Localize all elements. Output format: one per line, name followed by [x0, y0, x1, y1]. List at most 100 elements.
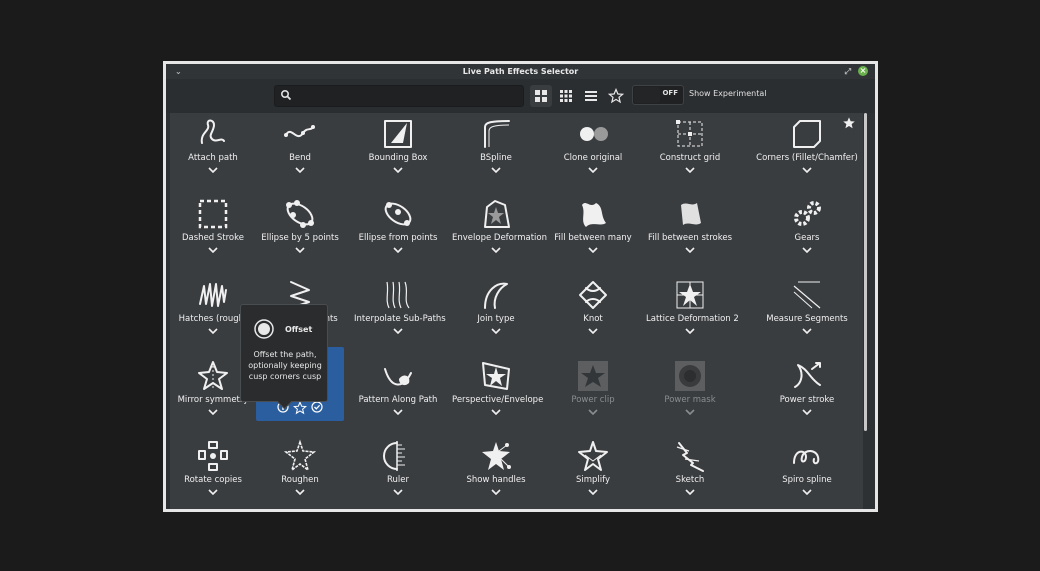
chevron-down-icon[interactable]: [295, 247, 305, 253]
gears-icon: [794, 201, 821, 226]
apply-check-icon[interactable]: [311, 401, 323, 413]
chevron-down-icon[interactable]: [802, 247, 812, 253]
effect-name: Perspective/Envelope: [452, 395, 544, 405]
chevron-down-icon[interactable]: [295, 489, 305, 495]
list-view-button[interactable]: [580, 85, 602, 107]
lpe-dialog: ⌄ Live Path Effects Selector ⤢ × OFF Sho…: [166, 64, 875, 509]
search-input[interactable]: [274, 85, 524, 107]
power-clip-icon: [578, 361, 608, 391]
effect-name: Fill between many: [554, 233, 632, 243]
chevron-down-icon[interactable]: [685, 409, 695, 415]
effect-tile-perspective-envelope[interactable]: Perspective/Envelope: [452, 355, 544, 431]
effect-tile-lattice-deformation-2[interactable]: Lattice Deformation 2: [646, 274, 739, 350]
effect-tile-simplify[interactable]: Simplify: [549, 435, 637, 509]
tooltip-description: Offset the path, optionally keeping cusp…: [248, 350, 322, 381]
bend-icon: [284, 125, 315, 138]
chevron-down-icon[interactable]: [685, 328, 695, 334]
effect-tile-fill-between-strokes[interactable]: Fill between strokes: [646, 193, 734, 269]
scrollbar[interactable]: [864, 113, 867, 431]
effect-tile-bend[interactable]: Bend: [256, 113, 344, 189]
clone-original-icon: [580, 127, 608, 141]
chevron-down-icon[interactable]: [588, 409, 598, 415]
chevron-down-icon[interactable]: [491, 328, 501, 334]
effect-tile-power-mask[interactable]: Power mask: [646, 355, 734, 431]
chevron-down-icon[interactable]: [393, 328, 403, 334]
pin-icon[interactable]: ⤢: [845, 64, 851, 79]
large-grid-icon: [535, 90, 547, 102]
chevron-down-icon[interactable]: [491, 167, 501, 173]
chevron-down-icon[interactable]: [393, 167, 403, 173]
chevron-down-icon[interactable]: [491, 247, 501, 253]
effect-tile-dashed-stroke[interactable]: Dashed Stroke: [169, 193, 257, 269]
chevron-down-icon[interactable]: [802, 328, 812, 334]
effect-name: Join type: [477, 314, 515, 324]
favorites-filter-button[interactable]: [605, 85, 627, 107]
chevron-down-icon[interactable]: [393, 489, 403, 495]
effect-tile-ellipse-by-5-points[interactable]: Ellipse by 5 points: [256, 193, 344, 269]
chevron-down-icon[interactable]: [588, 328, 598, 334]
effect-tile-spiro-spline[interactable]: Spiro spline: [752, 435, 862, 509]
large-grid-view-button[interactable]: [530, 85, 552, 107]
effect-tile-rotate-copies[interactable]: Rotate copies: [169, 435, 257, 509]
chevron-down-icon[interactable]: [208, 328, 218, 334]
effect-tile-clone-original[interactable]: Clone original: [549, 113, 637, 189]
chevron-down-icon[interactable]: [588, 247, 598, 253]
favorite-toggle-icon[interactable]: [293, 401, 307, 415]
power-stroke-icon: [794, 362, 821, 388]
chevron-down-icon[interactable]: [802, 167, 812, 173]
effect-tile-ellipse-from-points[interactable]: Ellipse from points: [354, 193, 442, 269]
effect-tile-bspline[interactable]: BSpline: [452, 113, 540, 189]
chevron-down-icon[interactable]: [491, 489, 501, 495]
effect-tile-measure-segments[interactable]: Measure Segments: [752, 274, 862, 350]
experimental-toggle[interactable]: OFF: [632, 85, 684, 105]
window-title: Live Path Effects Selector: [462, 67, 579, 76]
effect-name: Power mask: [664, 395, 716, 405]
effect-tile-construct-grid[interactable]: Construct grid: [646, 113, 734, 189]
bspline-icon: [484, 120, 510, 148]
effect-name: Ellipse from points: [358, 233, 438, 243]
effect-name: Show handles: [466, 475, 526, 485]
effect-tile-corners-fillet-chamfer[interactable]: Corners (Fillet/Chamfer): [752, 113, 862, 189]
effect-tile-pattern-along-path[interactable]: Pattern Along Path: [354, 355, 442, 431]
chevron-down-icon[interactable]: [393, 247, 403, 253]
effect-tile-power-stroke[interactable]: Power stroke: [752, 355, 862, 431]
effect-tile-power-clip[interactable]: Power clip: [549, 355, 637, 431]
rotate-copies-icon: [198, 441, 228, 471]
effect-tile-roughen[interactable]: Roughen: [256, 435, 344, 509]
collapse-icon[interactable]: ⌄: [175, 64, 182, 79]
chevron-down-icon[interactable]: [208, 409, 218, 415]
effect-name: Fill between strokes: [647, 233, 733, 243]
chevron-down-icon[interactable]: [685, 247, 695, 253]
effect-tile-attach-path[interactable]: Attach path: [169, 113, 257, 189]
chevron-down-icon[interactable]: [588, 167, 598, 173]
chevron-down-icon[interactable]: [588, 489, 598, 495]
chevron-down-icon[interactable]: [295, 167, 305, 173]
chevron-down-icon[interactable]: [208, 489, 218, 495]
simplify-icon: [578, 441, 608, 471]
effect-tile-gears[interactable]: Gears: [752, 193, 862, 269]
bounding-box-icon: [384, 120, 412, 148]
effect-tile-interpolate-sub-paths[interactable]: Interpolate Sub-Paths: [354, 274, 446, 350]
effect-name: Knot: [583, 314, 603, 324]
chevron-down-icon[interactable]: [208, 167, 218, 173]
effect-tile-ruler[interactable]: Ruler: [354, 435, 442, 509]
chevron-down-icon[interactable]: [685, 489, 695, 495]
effect-name: Simplify: [575, 475, 611, 485]
chevron-down-icon[interactable]: [802, 409, 812, 415]
effect-tile-fill-between-many[interactable]: Fill between many: [549, 193, 637, 269]
effect-tile-knot[interactable]: Knot: [549, 274, 637, 350]
chevron-down-icon[interactable]: [491, 409, 501, 415]
effect-tile-show-handles[interactable]: Show handles: [452, 435, 540, 509]
chevron-down-icon[interactable]: [802, 489, 812, 495]
effect-tile-envelope-deformation[interactable]: Envelope Deformation: [452, 193, 547, 269]
effect-tile-sketch[interactable]: Sketch: [646, 435, 734, 509]
small-grid-view-button[interactable]: [555, 85, 577, 107]
chevron-down-icon[interactable]: [208, 247, 218, 253]
close-icon[interactable]: ×: [858, 66, 868, 76]
experimental-label: Show Experimental: [689, 89, 767, 98]
effect-name: Power clip: [571, 395, 615, 405]
effect-tile-bounding-box[interactable]: Bounding Box: [354, 113, 442, 189]
effect-tile-join-type[interactable]: Join type: [452, 274, 540, 350]
chevron-down-icon[interactable]: [393, 409, 403, 415]
chevron-down-icon[interactable]: [685, 167, 695, 173]
